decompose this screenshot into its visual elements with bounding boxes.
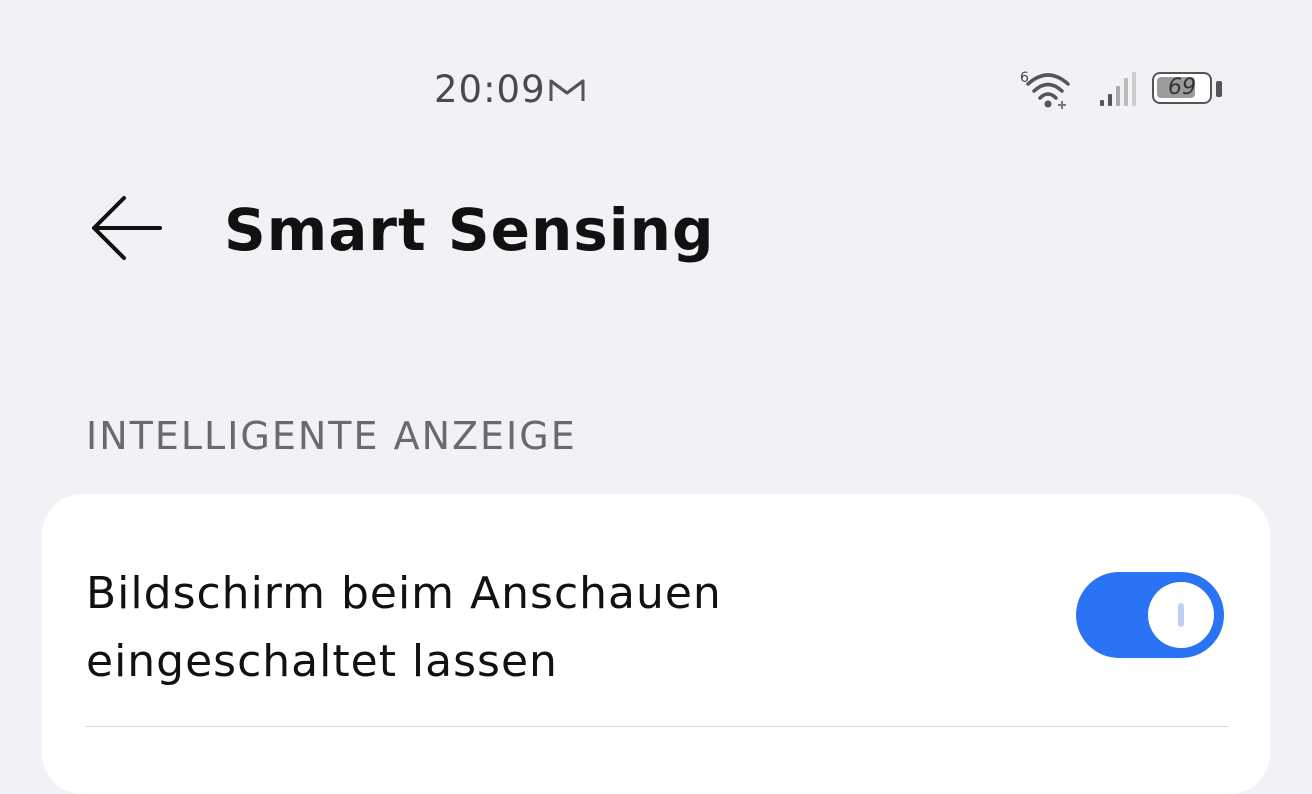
back-button[interactable] (82, 188, 172, 268)
setting-label: Bildschirm beim Anschauen eingeschaltet … (86, 568, 722, 687)
divider (86, 726, 1228, 727)
status-bar: 20:09 6 69 (0, 0, 1312, 180)
battery-tip (1216, 81, 1222, 97)
arrow-left-icon (92, 196, 162, 260)
wifi-icon: 6 (1020, 70, 1070, 109)
battery-level: 69 (1168, 75, 1196, 100)
gmail-icon (549, 79, 585, 101)
battery-indicator: 69 (1152, 72, 1224, 108)
section-header: INTELLIGENTE ANZEIGE (86, 414, 577, 458)
cellular-signal-icon (1100, 72, 1136, 106)
toggle-knob-mark (1178, 603, 1184, 627)
keep-screen-on-toggle[interactable] (1076, 572, 1224, 658)
page-title: Smart Sensing (224, 196, 715, 264)
toggle-knob (1148, 582, 1214, 648)
status-time: 20:09 (434, 68, 546, 111)
